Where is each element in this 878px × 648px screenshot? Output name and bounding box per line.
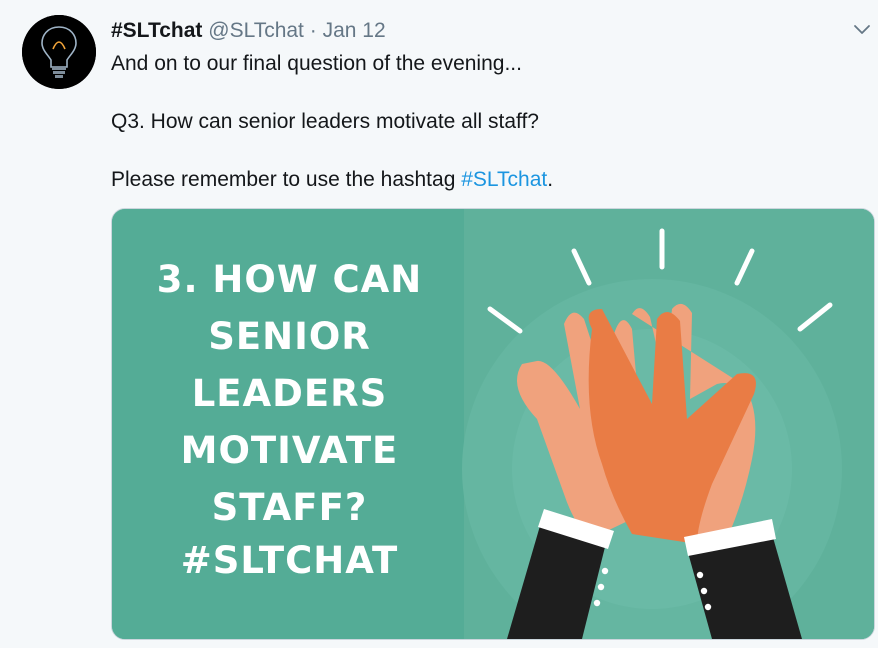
tweet-paragraph: Q3. How can senior leaders motivate all … xyxy=(111,110,539,133)
tweet-text: And on to our final question of the even… xyxy=(111,50,851,224)
media-question-line: 3. HOW CAN xyxy=(156,258,423,301)
tweet-paragraph-suffix: . xyxy=(547,168,554,191)
media-question: 3. HOW CAN SENIOR LEADERS MOTIVATE STAFF… xyxy=(112,251,467,536)
hashtag-link[interactable]: #SLTchat xyxy=(461,168,547,191)
media-question-line: SENIOR LEADERS xyxy=(191,315,388,415)
media-caption: 3. HOW CAN SENIOR LEADERS MOTIVATE STAFF… xyxy=(112,209,467,639)
avatar[interactable] xyxy=(22,15,96,89)
tweet-paragraph-prefix: Please remember to use the hashtag xyxy=(111,168,462,191)
lightbulb-icon xyxy=(22,15,96,89)
chevron-down-icon[interactable] xyxy=(852,20,872,40)
media-hashtag: #SLTCHAT xyxy=(180,539,399,582)
tweet-paragraph: Please remember to use the hashtag #SLTc… xyxy=(111,166,851,194)
timestamp[interactable]: Jan 12 xyxy=(323,19,386,42)
tweet-paragraph: And on to our final question of the even… xyxy=(111,52,522,75)
tweet-header: #SLTchat @SLTchat · Jan 12 xyxy=(111,18,386,44)
separator: · xyxy=(309,19,317,42)
media-question-line: STAFF? xyxy=(211,486,368,529)
tweet-media-image[interactable]: 3. HOW CAN SENIOR LEADERS MOTIVATE STAFF… xyxy=(111,208,875,640)
handle[interactable]: @SLTchat xyxy=(208,19,304,42)
media-question-line: MOTIVATE xyxy=(180,429,399,472)
display-name[interactable]: #SLTchat xyxy=(111,19,202,42)
